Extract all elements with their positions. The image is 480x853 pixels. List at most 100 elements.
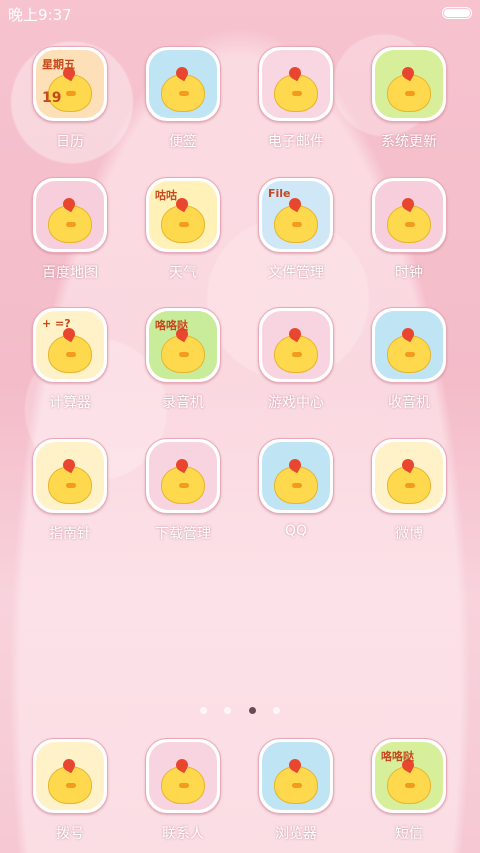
download-manager-icon — [149, 441, 217, 510]
game-center-icon — [262, 311, 330, 379]
app-radio[interactable]: 收音机 — [359, 307, 459, 412]
app-tile[interactable] — [258, 738, 334, 814]
weather-icon: 咕咕 — [149, 180, 217, 249]
app-tile[interactable] — [145, 437, 221, 514]
app-contacts[interactable]: 联系人 — [133, 738, 233, 843]
app-baidu-map[interactable]: 百度地图 — [20, 176, 120, 282]
page-dot[interactable] — [224, 707, 232, 714]
app-label: 日历 — [56, 134, 84, 150]
app-tile[interactable] — [32, 437, 108, 514]
chick-figure — [161, 465, 205, 504]
app-calendar[interactable]: 星期五 19 日历 — [20, 46, 120, 151]
chick-figure — [274, 335, 318, 373]
app-tile[interactable]: 咯咯哒 — [371, 738, 447, 814]
dialer-icon — [36, 742, 104, 810]
icon-caption: 咯咯哒 — [381, 750, 414, 763]
app-label: 拨号 — [56, 826, 84, 842]
app-file-manager[interactable]: File 文件管理 — [246, 176, 346, 282]
weibo-icon — [375, 441, 443, 510]
app-tile[interactable] — [371, 307, 447, 383]
app-system-update[interactable]: 系统更新 — [359, 46, 459, 151]
app-tile[interactable] — [32, 176, 108, 253]
app-qq[interactable]: QQ — [246, 437, 346, 539]
system-update-icon — [375, 50, 443, 118]
app-notes[interactable]: 便签 — [133, 46, 233, 151]
app-compass[interactable]: 指南针 — [20, 437, 120, 543]
app-label: 收音机 — [388, 395, 430, 411]
app-label: 浏览器 — [275, 826, 317, 842]
app-tile[interactable]: + =? — [32, 307, 108, 383]
app-weibo[interactable]: 微博 — [359, 437, 459, 543]
app-tile[interactable] — [258, 46, 334, 122]
app-label: 录音机 — [162, 395, 204, 411]
app-tile[interactable]: 星期五 19 — [32, 46, 108, 122]
chick-figure — [274, 766, 318, 804]
status-bar: 晚上9:37 — [0, 0, 480, 26]
chick-figure — [274, 465, 318, 504]
app-weather[interactable]: 咕咕 天气 — [133, 176, 233, 282]
app-label: 便签 — [169, 134, 197, 150]
chick-figure — [387, 335, 431, 373]
app-tile[interactable]: 咕咕 — [145, 176, 221, 253]
app-browser[interactable]: 浏览器 — [246, 738, 346, 843]
page-indicator — [0, 699, 480, 718]
app-tile[interactable] — [371, 437, 447, 514]
qq-icon — [262, 441, 330, 510]
app-dialer[interactable]: 拨号 — [20, 738, 120, 843]
app-sms[interactable]: 咯咯哒短信 — [359, 738, 459, 843]
app-tile[interactable] — [145, 46, 221, 122]
status-time: 晚上9:37 — [8, 6, 72, 24]
app-calculator[interactable]: + =? 计算器 — [20, 307, 120, 412]
icon-caption: File — [268, 186, 291, 200]
app-clock[interactable]: 时钟 — [359, 176, 459, 282]
app-label: 短信 — [395, 826, 423, 842]
icon-caption: 咯咯哒 — [155, 319, 188, 332]
chick-figure — [387, 766, 431, 804]
app-recorder[interactable]: 咯咯哒录音机 — [133, 307, 233, 412]
app-label: 微博 — [395, 525, 423, 542]
app-email[interactable]: 电子邮件 — [246, 46, 346, 151]
chick-figure — [48, 335, 92, 373]
clock-icon — [375, 180, 443, 249]
app-tile[interactable] — [258, 437, 334, 514]
sms-icon: 咯咯哒 — [375, 742, 443, 810]
app-tile[interactable] — [371, 176, 447, 253]
app-label: 下载管理 — [155, 525, 211, 542]
chick-figure — [161, 204, 205, 243]
calculator-icon: + =? — [36, 311, 104, 379]
app-label: 电子邮件 — [268, 134, 324, 150]
app-label: 游戏中心 — [268, 395, 324, 411]
battery-icon — [442, 7, 472, 19]
icon-caption: + =? — [42, 317, 71, 330]
app-game-center[interactable]: 游戏中心 — [246, 307, 346, 412]
page-dot[interactable] — [272, 707, 280, 714]
app-tile[interactable]: File — [258, 176, 334, 253]
app-label: 指南针 — [49, 525, 91, 542]
chick-figure — [387, 204, 431, 243]
chick-figure — [161, 74, 205, 112]
app-tile[interactable] — [371, 46, 447, 122]
app-label: 联系人 — [162, 826, 204, 842]
page-dot[interactable] — [200, 707, 208, 714]
chick-figure — [48, 766, 92, 804]
calendar-icon: 星期五 19 — [36, 50, 104, 118]
contacts-icon — [149, 742, 217, 810]
app-tile[interactable] — [32, 738, 108, 814]
chick-figure — [274, 204, 318, 243]
app-tile[interactable]: 咯咯哒 — [145, 307, 221, 383]
app-tile[interactable] — [145, 738, 221, 814]
recorder-icon: 咯咯哒 — [149, 311, 217, 379]
app-label: QQ — [284, 522, 308, 539]
notes-icon — [149, 50, 217, 118]
page-dot-active[interactable] — [248, 707, 256, 714]
chick-figure — [161, 766, 205, 804]
app-tile[interactable] — [258, 307, 334, 383]
app-download-manager[interactable]: 下载管理 — [133, 437, 233, 543]
baidu-map-icon — [36, 180, 104, 249]
icon-caption: 咕咕 — [155, 188, 177, 202]
app-label: 文件管理 — [268, 264, 324, 281]
chick-figure — [274, 74, 318, 112]
file-manager-icon: File — [262, 180, 330, 249]
app-label: 百度地图 — [42, 264, 98, 281]
icon-caption: 星期五 — [42, 58, 75, 71]
